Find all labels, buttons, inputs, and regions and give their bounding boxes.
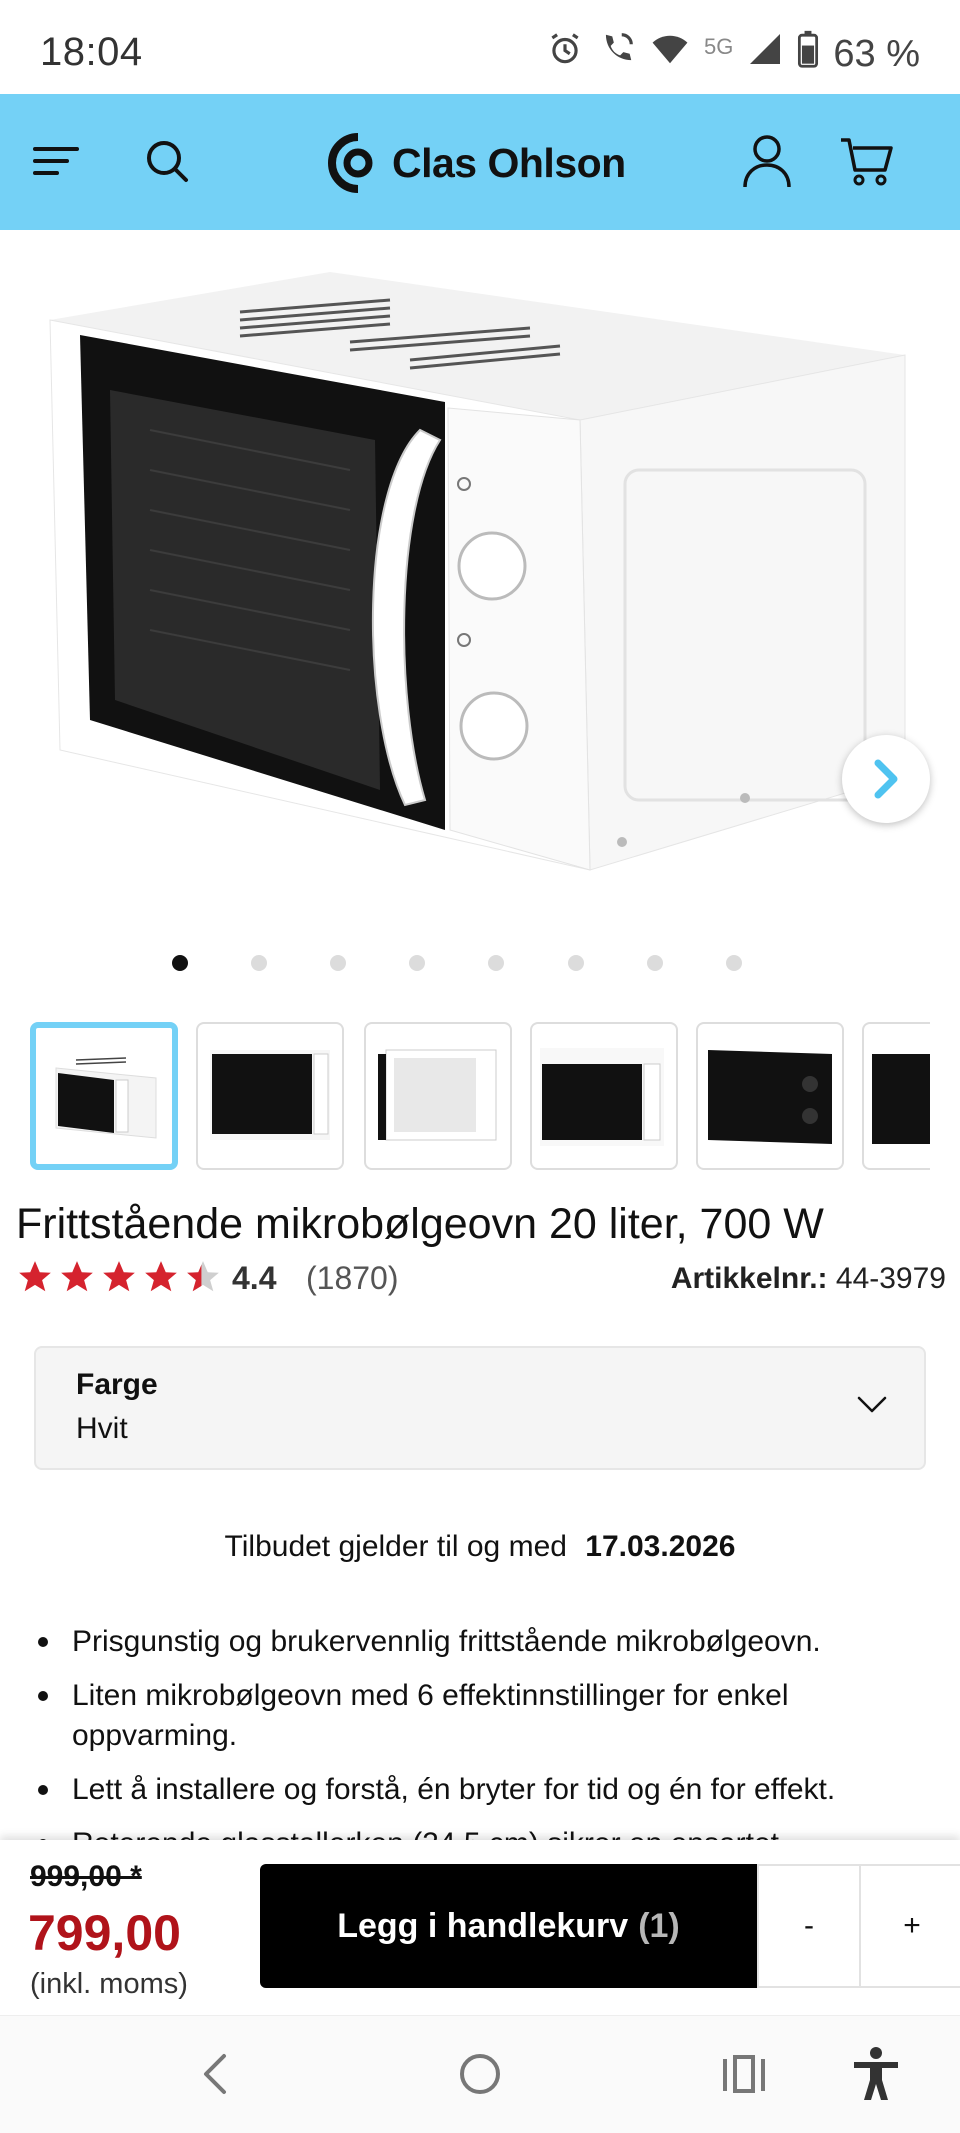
menu-icon (33, 147, 79, 175)
home-button[interactable] (450, 2044, 510, 2104)
microwave-thumbnail (55, 1057, 157, 1139)
thumbnail-2[interactable] (196, 1022, 344, 1170)
add-to-cart-label: Legg i handlekurv (337, 1906, 629, 1945)
next-image-button[interactable] (842, 735, 930, 823)
decrease-quantity-button[interactable]: - (757, 1864, 861, 1988)
gallery-dot[interactable] (647, 955, 663, 971)
microwave-black-thumbnail (706, 1044, 832, 1144)
microwave-open-thumbnail (378, 1049, 497, 1141)
microwave-front-thumbnail (210, 1050, 330, 1140)
article-number: Artikkelnr.: 44-3979 (671, 1262, 946, 1296)
wifi-icon (650, 30, 690, 78)
status-icons: 5G 63 % (546, 30, 920, 78)
network-label: 5G (704, 34, 734, 59)
battery-percent: 63 % (833, 32, 920, 75)
thumbnail-6[interactable] (862, 1022, 930, 1170)
add-to-cart-button[interactable]: Legg i handlekurv (1) (260, 1864, 757, 1988)
wifi-call-icon (598, 30, 636, 78)
list-item: Prisgunstig og brukervennlig frittståend… (38, 1622, 892, 1662)
accessibility-button[interactable] (846, 2044, 906, 2104)
system-navigation-bar (0, 2015, 960, 2133)
gallery-dot[interactable] (488, 955, 504, 971)
rating-row: 4.4 (1870) Artikkelnr.: 44-3979 (16, 1258, 946, 1302)
status-time: 18:04 (40, 30, 143, 74)
microwave-detail-thumbnail (872, 1054, 930, 1144)
clas-ohlson-logo-icon (328, 133, 373, 193)
offer-date: 17.03.2026 (585, 1530, 736, 1563)
offer-text: Tilbudet gjelder til og med (224, 1530, 567, 1563)
thumbnail-3[interactable] (364, 1022, 512, 1170)
gallery-dot[interactable] (251, 955, 267, 971)
recents-button[interactable] (714, 2044, 774, 2104)
gallery-dot[interactable] (568, 955, 584, 971)
recents-icon (723, 2055, 765, 2093)
search-icon (147, 141, 188, 182)
rating-stars[interactable] (16, 1258, 222, 1296)
color-dropdown[interactable]: Farge Hvit (34, 1346, 926, 1470)
color-dropdown-label: Farge (76, 1368, 158, 1401)
thumbnail-1[interactable] (30, 1022, 178, 1170)
user-icon (743, 135, 791, 188)
color-dropdown-value: Hvit (76, 1412, 128, 1445)
old-price: 999,00 * (30, 1860, 142, 1893)
microwave-side-thumbnail (540, 1048, 664, 1146)
sale-price: 799,00 (28, 1905, 181, 1961)
account-button[interactable] (734, 128, 800, 194)
buy-bar: 999,00 * 799,00 (inkl. moms) Legg i hand… (0, 1840, 960, 2015)
menu-button[interactable] (24, 128, 90, 194)
gallery-pagination (0, 955, 960, 975)
product-title: Frittstående mikrobølgeovn 20 liter, 700… (16, 1200, 824, 1248)
chevron-down-icon (857, 1396, 887, 1413)
brand-name: Clas Ohlson (392, 139, 626, 186)
rating-value: 4.4 (232, 1260, 277, 1296)
status-bar: 18:04 5G 63 % (0, 0, 960, 94)
signal-icon (747, 31, 783, 77)
star-full-icon (19, 1261, 51, 1292)
alarm-icon (546, 30, 584, 78)
site-header: Clas Ohlson (0, 94, 960, 230)
thumbnail-4[interactable] (530, 1022, 678, 1170)
list-item: Liten mikrobølgeovn med 6 effektinnstill… (38, 1676, 892, 1756)
thumbnail-strip (30, 1022, 930, 1172)
home-icon (460, 2054, 500, 2094)
cart-quantity: (1) (638, 1906, 680, 1945)
increase-quantity-button[interactable]: + (861, 1864, 960, 1988)
gallery-dot[interactable] (172, 955, 188, 971)
cart-icon (841, 138, 893, 186)
star-partial-icon (187, 1261, 219, 1292)
back-button[interactable] (186, 2044, 246, 2104)
article-number-label: Artikkelnr.: (670, 1262, 828, 1295)
back-icon (204, 2054, 226, 2094)
gallery-dot[interactable] (726, 955, 742, 971)
product-image-gallery[interactable] (0, 230, 960, 950)
offer-validity: Tilbudet gjelder til og med 17.03.2026 (0, 1530, 960, 1564)
gallery-dot[interactable] (330, 955, 346, 971)
cart-button[interactable] (834, 128, 900, 194)
search-button[interactable] (134, 128, 200, 194)
microwave-image (49, 272, 906, 871)
gallery-dot[interactable] (409, 955, 425, 971)
list-item: Lett å installere og forstå, én bryter f… (38, 1770, 892, 1810)
rating-count[interactable]: (1870) (306, 1260, 399, 1297)
vat-note: (inkl. moms) (30, 1968, 188, 2000)
chevron-right-icon (874, 759, 898, 799)
accessibility-icon (854, 2047, 898, 2100)
star-full-icon (61, 1261, 93, 1292)
star-full-icon (103, 1261, 135, 1292)
star-full-icon (145, 1261, 177, 1292)
battery-icon (797, 30, 819, 78)
thumbnail-5[interactable] (696, 1022, 844, 1170)
article-number-value: 44-3979 (835, 1262, 946, 1295)
brand-logo[interactable]: Clas Ohlson (328, 128, 626, 198)
